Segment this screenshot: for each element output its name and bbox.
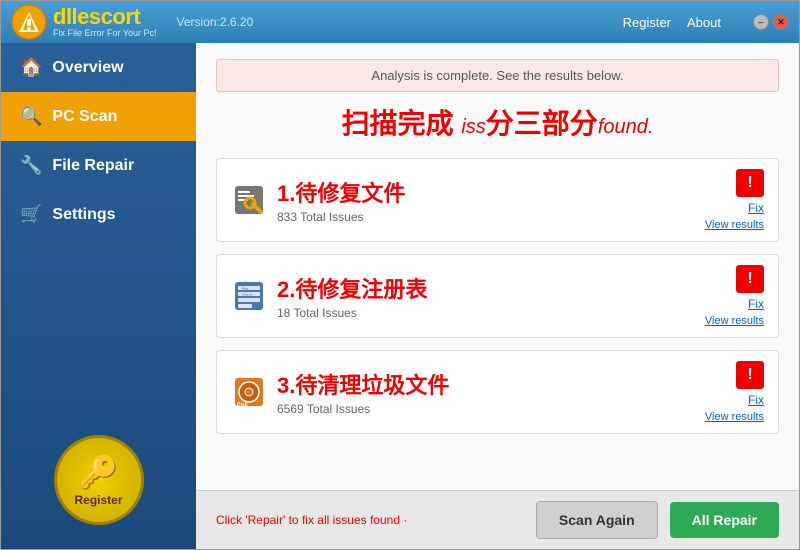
- main-layout: 🏠 Overview 🔍 PC Scan 🔧 File Repair 🛒 Set…: [1, 43, 799, 549]
- disk-issue-actions: ! Fix View results: [705, 361, 764, 423]
- minimize-button[interactable]: –: [753, 14, 769, 30]
- disk-icon: Disk: [231, 374, 267, 410]
- disk-issue-title: 3.待清理垃圾文件: [277, 368, 695, 400]
- logo: dllescort Fix File Error For Your Pc!: [11, 4, 157, 40]
- disk-fix-link[interactable]: Fix: [748, 393, 764, 407]
- issue-row-disk: Disk 3.待清理垃圾文件 6569 Total Issues ! Fix V…: [216, 350, 779, 434]
- logo-rest: escort: [77, 4, 140, 29]
- settings-icon: 🛒: [20, 204, 42, 225]
- title-bar-actions: Register About – ✕: [623, 14, 789, 30]
- content-area: Analysis is complete. See the results be…: [196, 43, 799, 549]
- about-link[interactable]: About: [687, 15, 721, 30]
- sidebar-item-pc-scan[interactable]: 🔍 PC Scan: [1, 92, 196, 141]
- window-controls: – ✕: [753, 14, 789, 30]
- main-window: dllescort Fix File Error For Your Pc! Ve…: [0, 0, 800, 550]
- disk-issue-content: 3.待清理垃圾文件 6569 Total Issues: [277, 368, 695, 416]
- content-footer: Click 'Repair' to fix all issues found ·…: [196, 490, 799, 549]
- file-issue-count: 833 Total Issues: [277, 210, 695, 224]
- file-view-results[interactable]: View results: [705, 219, 764, 231]
- version-text: Version:2.6.20: [177, 15, 254, 29]
- disk-issue-count: 6569 Total Issues: [277, 402, 695, 416]
- sidebar-label-file-repair: File Repair: [52, 157, 134, 175]
- svg-text:Disk: Disk: [237, 402, 248, 408]
- register-badge-label: Register: [74, 493, 122, 507]
- svg-text:Reg: Reg: [242, 287, 248, 291]
- file-fix-link[interactable]: Fix: [748, 201, 764, 215]
- sidebar-label-settings: Settings: [52, 206, 115, 224]
- registry-icon: Reg Cleaner: [231, 278, 267, 314]
- sidebar-item-settings[interactable]: 🛒 Settings: [1, 190, 196, 239]
- footer-note: Click 'Repair' to fix all issues found ·: [216, 513, 524, 527]
- file-issue-title: 1.待修复文件: [277, 176, 695, 208]
- analysis-complete-bar: Analysis is complete. See the results be…: [216, 59, 779, 92]
- home-icon: 🏠: [20, 57, 42, 78]
- content-main: Analysis is complete. See the results be…: [196, 43, 799, 490]
- sidebar-bottom: 🔑 Register: [1, 419, 196, 549]
- registry-view-results[interactable]: View results: [705, 315, 764, 327]
- file-repair-icon: [231, 182, 267, 218]
- issue-row-files: 1.待修复文件 833 Total Issues ! Fix View resu…: [216, 158, 779, 242]
- sidebar-label-pc-scan: PC Scan: [52, 108, 117, 126]
- issue-row-registry: Reg Cleaner 2.待修复注册表 18 Total Issues ! F…: [216, 254, 779, 338]
- logo-main-text: dllescort: [53, 6, 157, 28]
- sidebar-item-file-repair[interactable]: 🔧 File Repair: [1, 141, 196, 190]
- file-issue-content: 1.待修复文件 833 Total Issues: [277, 176, 695, 224]
- footer-note-text: Click 'Repair' to fix all issues found ·: [216, 513, 407, 527]
- register-link[interactable]: Register: [623, 15, 671, 30]
- lock-key-icon: 🔑: [79, 453, 119, 491]
- file-issue-actions: ! Fix View results: [705, 169, 764, 231]
- logo-highlight: dll: [53, 4, 77, 29]
- svg-text:Cleaner: Cleaner: [242, 293, 253, 297]
- logo-text: dllescort Fix File Error For Your Pc!: [53, 6, 157, 38]
- file-alert-icon: !: [736, 169, 764, 197]
- logo-sub-text: Fix File Error For Your Pc!: [53, 28, 157, 38]
- title-bar: dllescort Fix File Error For Your Pc! Ve…: [1, 1, 799, 43]
- register-badge[interactable]: 🔑 Register: [54, 435, 144, 525]
- sidebar: 🏠 Overview 🔍 PC Scan 🔧 File Repair 🛒 Set…: [1, 43, 196, 549]
- registry-issue-title: 2.待修复注册表: [277, 272, 695, 304]
- logo-icon: [11, 4, 47, 40]
- scan-complete-title: 扫描完成 iss分三部分found.: [216, 102, 779, 142]
- scan-again-button[interactable]: Scan Again: [536, 501, 658, 539]
- wrench-icon: 🔧: [20, 155, 42, 176]
- registry-issue-count: 18 Total Issues: [277, 306, 695, 320]
- all-repair-button[interactable]: All Repair: [670, 502, 779, 538]
- disk-view-results[interactable]: View results: [705, 411, 764, 423]
- close-button[interactable]: ✕: [773, 14, 789, 30]
- disk-alert-icon: !: [736, 361, 764, 389]
- registry-fix-link[interactable]: Fix: [748, 297, 764, 311]
- analysis-complete-text: Analysis is complete. See the results be…: [371, 68, 623, 83]
- registry-alert-icon: !: [736, 265, 764, 293]
- sidebar-label-overview: Overview: [52, 59, 123, 77]
- registry-issue-actions: ! Fix View results: [705, 265, 764, 327]
- registry-issue-content: 2.待修复注册表 18 Total Issues: [277, 272, 695, 320]
- sidebar-item-overview[interactable]: 🏠 Overview: [1, 43, 196, 92]
- search-icon: 🔍: [20, 106, 42, 127]
